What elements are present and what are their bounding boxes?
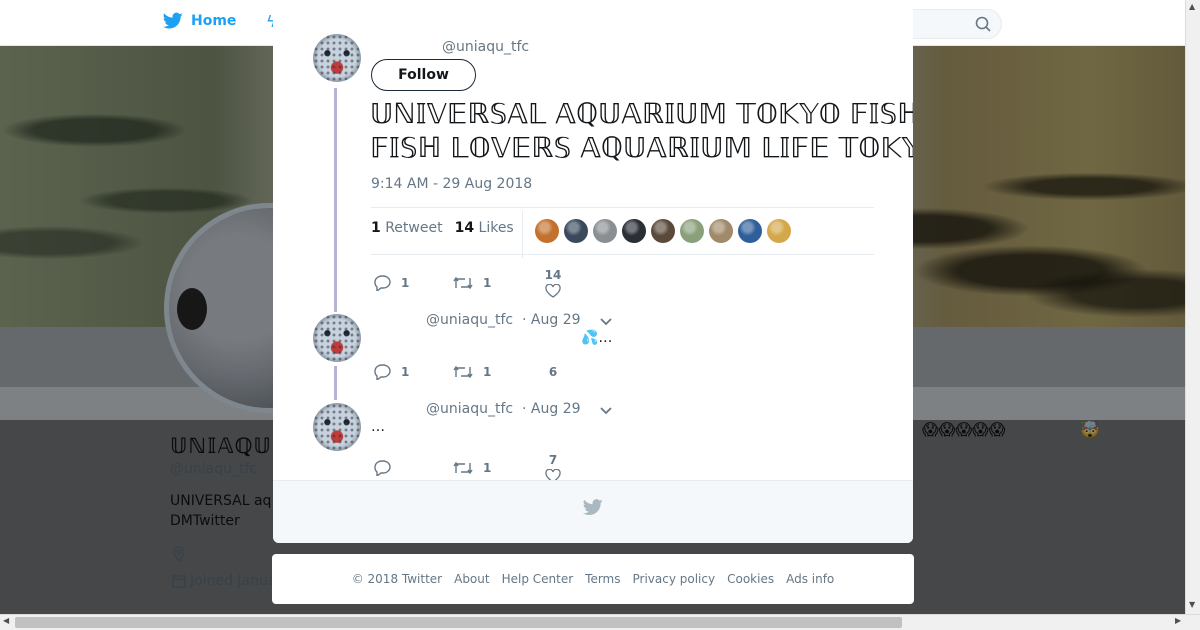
chevron-down-icon[interactable] [599, 317, 613, 327]
reply-author-avatar[interactable] [313, 314, 361, 362]
like-action[interactable]: 6 [533, 365, 573, 379]
follow-button[interactable]: Follow [371, 59, 476, 91]
divider [371, 207, 874, 208]
thread-line [334, 366, 337, 400]
scroll-left-icon[interactable]: ◀ [3, 616, 9, 625]
reply-text: 💦… [581, 330, 613, 346]
reply-actions: 1 1 6 [373, 364, 573, 380]
reply-date[interactable]: · Aug 29 [522, 401, 581, 417]
retweet-icon [453, 276, 473, 290]
reply-icon [374, 364, 391, 380]
liker-avatar[interactable] [680, 219, 704, 243]
horizontal-scroll-thumb[interactable] [15, 617, 902, 628]
search-icon [975, 16, 991, 32]
tweet-modal: @uniaqu_tfc Follow 𝕌ℕ𝕀𝕍𝔼ℝ𝕊𝔸𝕃 𝔸ℚ𝕌𝔸ℝ𝕀𝕌𝕄 𝕋𝕆… [273, 4, 913, 543]
divider [371, 254, 874, 255]
liker-avatar[interactable] [564, 219, 588, 243]
reply-action[interactable] [373, 460, 453, 476]
retweet-action[interactable]: 1 [453, 461, 533, 475]
liker-avatar[interactable] [622, 219, 646, 243]
footer-link-cookies[interactable]: Cookies [727, 572, 774, 586]
nav-home-label: Home [191, 13, 237, 29]
reply-author-handle[interactable]: @uniaqu_tfc [426, 401, 513, 417]
liker-avatars [535, 219, 791, 243]
tweet-author-avatar[interactable] [313, 34, 361, 82]
horizontal-scrollbar[interactable]: ◀ ▶ [0, 614, 1200, 630]
scroll-right-icon[interactable]: ▶ [1175, 616, 1181, 625]
tweet-timestamp[interactable]: 9:14 AM - 29 Aug 2018 [371, 176, 532, 192]
tweet-text: 𝕌ℕ𝕀𝕍𝔼ℝ𝕊𝔸𝕃 𝔸ℚ𝕌𝔸ℝ𝕀𝕌𝕄 𝕋𝕆𝕂𝕐𝕆 𝔽𝕀𝕊ℍ ℂ𝕃𝕌𝔹 𝔸ℚ𝕌𝔸ℝ… [370, 97, 913, 165]
modal-footer [273, 480, 913, 543]
footer-link-ads[interactable]: Ads info [786, 572, 834, 586]
scroll-up-icon[interactable]: ▲ [1189, 2, 1195, 11]
twitter-bird-icon [583, 499, 603, 515]
tweet-author-handle[interactable]: @uniaqu_tfc [442, 39, 529, 55]
reply-date[interactable]: · Aug 29 [522, 312, 581, 328]
reply-icon [374, 275, 391, 291]
footer-link-about[interactable]: About [454, 572, 489, 586]
liker-avatar[interactable] [709, 219, 733, 243]
reply-author-handle[interactable]: @uniaqu_tfc [426, 312, 513, 328]
close-icon[interactable] [1153, 11, 1179, 37]
tweet-text-line2: 𝔽𝕀𝕊ℍ 𝕃𝕆𝕍𝔼ℝ𝕊 𝔸ℚ𝕌𝔸ℝ𝕀𝕌𝕄 𝕃𝕀𝔽𝔼 𝕋𝕆𝕂𝕐𝕆 𝔽𝕀𝕊ℍ ℂ𝕃𝕌… [370, 131, 913, 164]
stats-separator [522, 211, 523, 258]
tweet-text-line1: 𝕌ℕ𝕀𝕍𝔼ℝ𝕊𝔸𝕃 𝔸ℚ𝕌𝔸ℝ𝕀𝕌𝕄 𝕋𝕆𝕂𝕐𝕆 𝔽𝕀𝕊ℍ ℂ𝕃𝕌𝔹 𝔸ℚ𝕌𝔸ℝ… [370, 97, 913, 130]
tweet-actions: 1 1 14 [373, 268, 573, 298]
vertical-scrollbar[interactable]: ▲ ▼ [1185, 0, 1200, 614]
tweet-stats: 1 Retweet 14 Likes [371, 220, 514, 236]
reply-action[interactable]: 1 [373, 364, 453, 380]
liker-avatar[interactable] [767, 219, 791, 243]
retweet-action[interactable]: 1 [453, 365, 533, 379]
liker-avatar[interactable] [535, 219, 559, 243]
reply-actions: 1 7 [373, 453, 573, 483]
heart-icon [545, 284, 561, 298]
retweet-icon [453, 461, 473, 475]
footer-link-privacy[interactable]: Privacy policy [633, 572, 716, 586]
reply-icon [374, 460, 391, 476]
retweet-stat[interactable]: 1 Retweet [371, 220, 443, 236]
twitter-bird-icon [163, 12, 183, 29]
like-action[interactable]: 14 [533, 268, 573, 298]
liker-avatar[interactable] [593, 219, 617, 243]
footer-link-help[interactable]: Help Center [502, 572, 574, 586]
retweet-icon [453, 365, 473, 379]
reply-author-avatar[interactable] [313, 403, 361, 451]
like-action[interactable]: 7 [533, 453, 573, 483]
site-footer: © 2018 Twitter About Help Center Terms P… [272, 554, 914, 604]
reply-action[interactable]: 1 [373, 275, 453, 291]
liker-avatar[interactable] [738, 219, 762, 243]
chevron-down-icon[interactable] [599, 406, 613, 416]
thread-line [334, 88, 337, 312]
liker-avatar[interactable] [651, 219, 675, 243]
footer-copyright: © 2018 Twitter [351, 572, 443, 586]
likes-stat[interactable]: 14 Likes [455, 220, 514, 236]
nav-home[interactable]: Home [163, 12, 236, 30]
scroll-down-icon[interactable]: ▼ [1189, 600, 1195, 609]
retweet-action[interactable]: 1 [453, 276, 533, 290]
footer-link-terms[interactable]: Terms [585, 572, 620, 586]
reply-text: … [371, 419, 385, 435]
